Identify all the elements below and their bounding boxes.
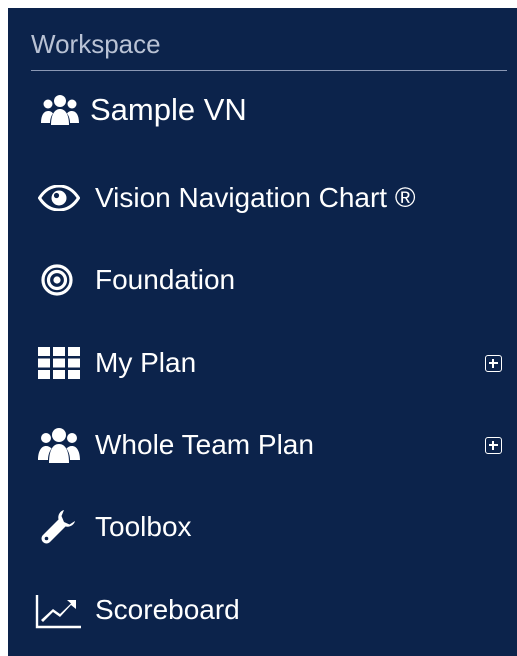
sidebar-item-label: Toolbox: [95, 511, 192, 542]
target-icon: [41, 264, 73, 296]
expand-plus-icon[interactable]: [485, 355, 502, 372]
sidebar-item-foundation[interactable]: Foundation: [8, 250, 517, 310]
workspace-name-item[interactable]: Sample VN: [8, 80, 517, 140]
section-divider: [31, 70, 507, 71]
sidebar-item-toolbox[interactable]: Toolbox: [8, 497, 517, 557]
sidebar-item-scoreboard[interactable]: Scoreboard: [8, 580, 517, 640]
sidebar-item-my-plan[interactable]: My Plan: [8, 333, 517, 393]
sidebar-item-label: Whole Team Plan: [95, 429, 314, 460]
section-title: Workspace: [31, 29, 161, 59]
workspace-sidebar: Workspace Sample VN Vision Navigation Ch…: [8, 8, 517, 656]
sidebar-item-whole-team-plan[interactable]: Whole Team Plan: [8, 415, 517, 475]
users-icon: [41, 92, 79, 128]
sidebar-item-label: Foundation: [95, 264, 236, 295]
sidebar-item-vision-navigation-chart[interactable]: Vision Navigation Chart ®: [8, 168, 517, 228]
users-icon: [38, 426, 80, 464]
workspace-name-label: Sample VN: [90, 92, 247, 127]
grid-icon: [38, 347, 80, 379]
sidebar-item-label: Scoreboard: [95, 594, 240, 625]
line-chart-icon: [35, 593, 83, 629]
eye-icon: [38, 185, 80, 211]
sidebar-item-label: Vision Navigation Chart ®: [95, 182, 416, 213]
sidebar-item-label: My Plan: [95, 347, 197, 378]
expand-plus-icon[interactable]: [485, 437, 502, 454]
wrench-icon: [40, 509, 76, 545]
